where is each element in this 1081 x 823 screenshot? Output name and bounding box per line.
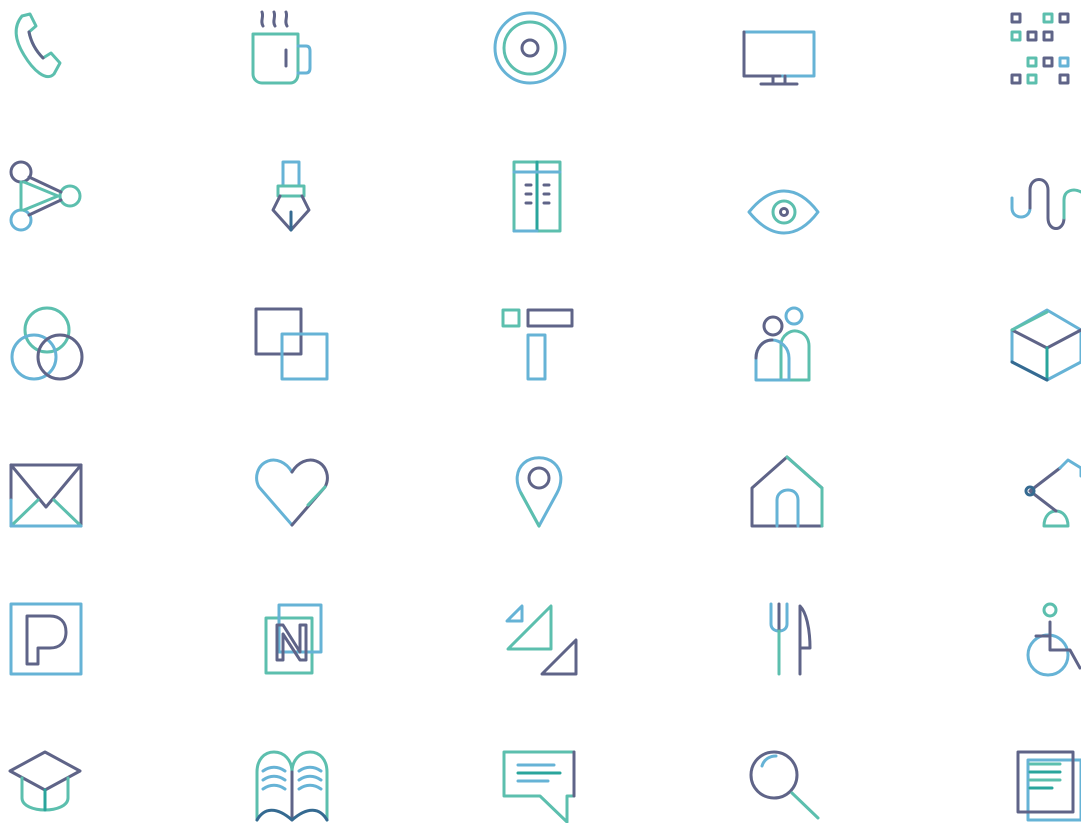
eye-icon	[747, 189, 820, 235]
magnifier-icon	[749, 750, 820, 820]
cube-icon	[1010, 308, 1081, 382]
desk-lamp-icon	[1024, 458, 1081, 528]
icon-canvas	[8, 10, 1081, 823]
home-icon	[750, 455, 824, 528]
document-icon	[1016, 750, 1081, 822]
cutlery-icon	[769, 602, 812, 676]
pen-nib-icon	[271, 160, 311, 232]
phone-icon	[14, 12, 62, 79]
overlapping-squares-icon	[254, 307, 329, 381]
n-badge-icon	[264, 603, 323, 675]
wheelchair-icon	[1026, 602, 1081, 677]
open-book-icon	[255, 750, 329, 822]
monitor-icon	[742, 30, 816, 86]
book-spines-icon	[512, 160, 562, 233]
qr-code-icon	[1010, 12, 1070, 85]
map-pin-icon	[515, 456, 563, 528]
envelope-icon	[9, 463, 83, 528]
text-tool-icon	[501, 308, 574, 381]
wave-icon	[1010, 178, 1081, 230]
share-network-icon	[9, 160, 82, 232]
triangles-icon	[505, 604, 578, 676]
icon-grid	[0, 0, 1081, 823]
color-circles-icon	[10, 306, 84, 381]
chat-bubble-icon	[502, 750, 576, 823]
people-icon	[754, 306, 811, 382]
parking-sign-icon	[9, 602, 83, 676]
graduation-cap-icon	[8, 750, 82, 812]
target-icon	[493, 11, 567, 85]
coffee-mug-icon	[251, 10, 312, 85]
heart-icon	[255, 458, 329, 527]
